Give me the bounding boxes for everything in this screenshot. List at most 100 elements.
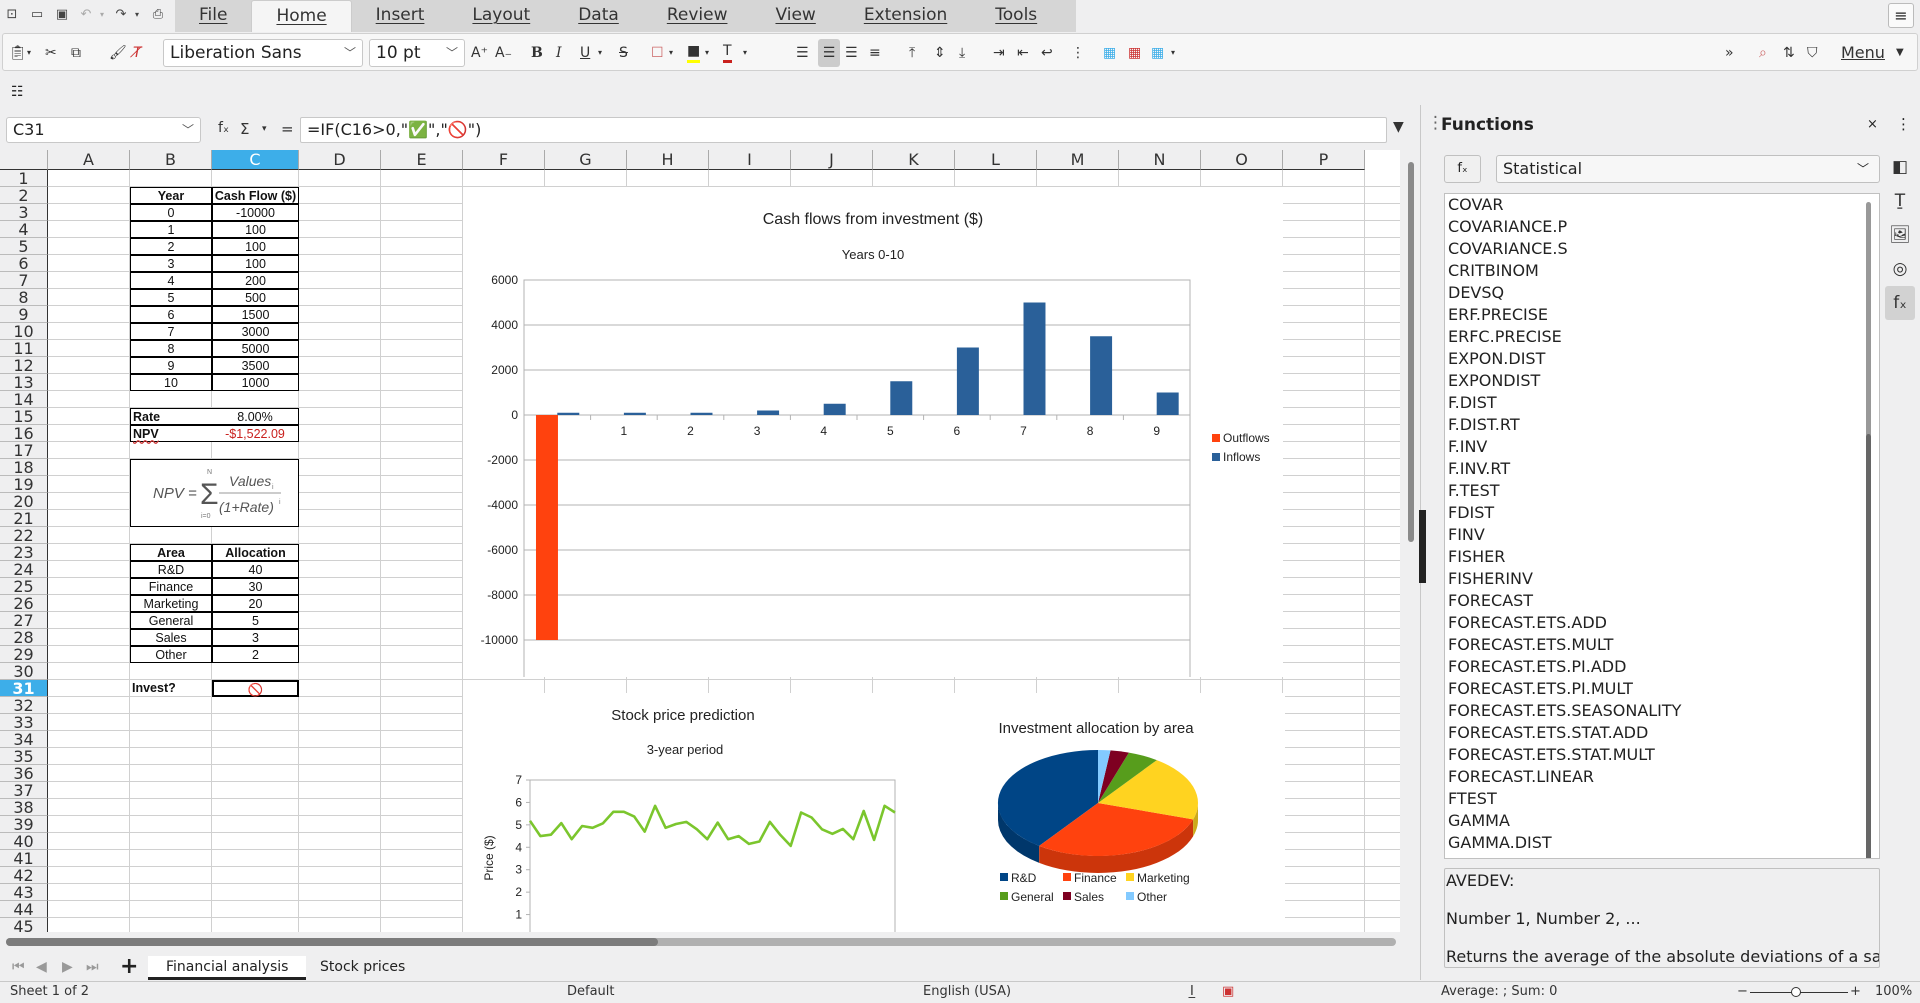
row-header-36[interactable]: 36 bbox=[0, 765, 48, 782]
function-list-item[interactable]: GAMMA.INV bbox=[1445, 854, 1879, 858]
function-list-item[interactable]: EXPON.DIST bbox=[1445, 348, 1879, 370]
row-header-3[interactable]: 3 bbox=[0, 204, 48, 221]
font-color-dropdown-icon[interactable]: ▾ bbox=[743, 43, 747, 63]
row-header-33[interactable]: 33 bbox=[0, 714, 48, 731]
invest-label[interactable]: Invest? bbox=[130, 680, 212, 697]
column-header-h[interactable]: H bbox=[627, 150, 709, 170]
column-header-m[interactable]: M bbox=[1037, 150, 1119, 170]
tab-extension[interactable]: Extension bbox=[840, 0, 971, 32]
row-header-19[interactable]: 19 bbox=[0, 476, 48, 493]
function-list-item[interactable]: FORECAST bbox=[1445, 590, 1879, 612]
table-cell[interactable]: Finance bbox=[130, 578, 212, 595]
undo-dropdown-icon[interactable]: ▾ bbox=[94, 7, 110, 23]
tab-insert[interactable]: Insert bbox=[352, 0, 449, 32]
vertical-scroll-thumb[interactable] bbox=[1408, 162, 1414, 542]
column-header-f[interactable]: F bbox=[463, 150, 545, 170]
italic-icon[interactable]: I bbox=[556, 43, 562, 63]
column-header-e[interactable]: E bbox=[381, 150, 463, 170]
row-header-40[interactable]: 40 bbox=[0, 833, 48, 850]
table-cell[interactable]: 500 bbox=[212, 289, 299, 306]
function-list-item[interactable]: FORECAST.ETS.ADD bbox=[1445, 612, 1879, 634]
sheet-tab-financial-analysis[interactable]: Financial analysis bbox=[148, 956, 307, 980]
align-top-icon[interactable]: ⤒ bbox=[909, 43, 915, 63]
table-cell[interactable]: 2 bbox=[212, 646, 299, 663]
find-icon[interactable]: ⌕ bbox=[1759, 43, 1767, 63]
function-list-item[interactable]: CRITBINOM bbox=[1445, 260, 1879, 282]
row-header-9[interactable]: 9 bbox=[0, 306, 48, 323]
row-header-32[interactable]: 32 bbox=[0, 697, 48, 714]
row-header-17[interactable]: 17 bbox=[0, 442, 48, 459]
increase-indent-icon[interactable]: ⇥ bbox=[993, 43, 1005, 63]
align-left-icon[interactable]: ☰ bbox=[796, 43, 809, 63]
last-sheet-icon[interactable]: ⏭ bbox=[82, 956, 103, 980]
function-list-scroll-thumb[interactable] bbox=[1866, 434, 1871, 858]
function-list-item[interactable]: F.INV.RT bbox=[1445, 458, 1879, 480]
row-header-31[interactable]: 31 bbox=[0, 680, 48, 697]
npv-value[interactable]: -$1,522.09 bbox=[212, 425, 299, 442]
background-color-dropdown-icon[interactable]: ▾ bbox=[705, 43, 709, 63]
panel-collapse-handle[interactable] bbox=[1419, 510, 1426, 583]
table-icon[interactable]: ▦ bbox=[1151, 43, 1164, 63]
first-sheet-icon[interactable]: ⏮ bbox=[8, 956, 29, 980]
row-header-18[interactable]: 18 bbox=[0, 459, 48, 476]
function-list-item[interactable]: FISHER bbox=[1445, 546, 1879, 568]
table-cell[interactable]: Marketing bbox=[130, 595, 212, 612]
increase-font-icon[interactable]: A⁺ bbox=[471, 43, 488, 63]
redo-dropdown-icon[interactable]: ▾ bbox=[129, 7, 145, 23]
function-wizard-icon[interactable]: fₓ bbox=[218, 120, 229, 136]
function-list-item[interactable]: F.DIST.RT bbox=[1445, 414, 1879, 436]
rate-value[interactable]: 8.00% bbox=[212, 408, 299, 425]
row-header-14[interactable]: 14 bbox=[0, 391, 48, 408]
tab-tools[interactable]: Tools bbox=[971, 0, 1061, 32]
save-icon[interactable]: ▣ bbox=[54, 7, 70, 23]
function-list-scrollbar[interactable] bbox=[1866, 202, 1871, 437]
close-icon[interactable]: × bbox=[1867, 117, 1878, 132]
open-folder-icon[interactable]: ▭ bbox=[29, 7, 45, 23]
function-list-item[interactable]: GAMMA bbox=[1445, 810, 1879, 832]
column-header-d[interactable]: D bbox=[299, 150, 381, 170]
clear-formatting-icon[interactable]: T̸ bbox=[133, 43, 142, 63]
bold-icon[interactable]: B bbox=[531, 43, 543, 63]
table-header[interactable]: Cash Flow ($) bbox=[212, 187, 299, 204]
borders-dropdown-icon[interactable]: ▾ bbox=[669, 43, 673, 63]
column-header-j[interactable]: J bbox=[791, 150, 873, 170]
row-header-34[interactable]: 34 bbox=[0, 731, 48, 748]
table-cell[interactable]: 8 bbox=[130, 340, 212, 357]
column-header-c[interactable]: C bbox=[212, 150, 299, 170]
row-header-1[interactable]: 1 bbox=[0, 170, 48, 187]
row-header-27[interactable]: 27 bbox=[0, 612, 48, 629]
function-list-item[interactable]: FORECAST.ETS.STAT.ADD bbox=[1445, 722, 1879, 744]
allocation-pie-chart[interactable]: Investment allocation by area R&D Finance M… bbox=[900, 693, 1285, 932]
sheet-tab-stock-prices[interactable]: Stock prices bbox=[302, 956, 423, 980]
function-list-item[interactable]: FORECAST.ETS.MULT bbox=[1445, 634, 1879, 656]
column-header-g[interactable]: G bbox=[545, 150, 627, 170]
formula-equals-icon[interactable]: = bbox=[281, 120, 294, 138]
properties-icon[interactable]: ◧ bbox=[1885, 150, 1915, 184]
row-header-23[interactable]: 23 bbox=[0, 544, 48, 561]
column-header-l[interactable]: L bbox=[955, 150, 1037, 170]
row-header-15[interactable]: 15 bbox=[0, 408, 48, 425]
table-cell[interactable]: 0 bbox=[130, 204, 212, 221]
table-cell[interactable]: 30 bbox=[212, 578, 299, 595]
zoom-slider-handle[interactable] bbox=[1791, 987, 1801, 997]
justify-icon[interactable]: ≡ bbox=[869, 43, 881, 63]
row-header-4[interactable]: 4 bbox=[0, 221, 48, 238]
background-color-icon[interactable]: ■ bbox=[687, 43, 701, 63]
tab-layout[interactable]: Layout bbox=[448, 0, 554, 32]
row-header-12[interactable]: 12 bbox=[0, 357, 48, 374]
vertical-scrollbar[interactable] bbox=[1403, 150, 1419, 940]
table-cell[interactable]: 1 bbox=[130, 221, 212, 238]
table-cell[interactable]: 7 bbox=[130, 323, 212, 340]
autofilter-icon[interactable]: ⛉ bbox=[1807, 43, 1818, 63]
sum-dropdown-icon[interactable]: ▾ bbox=[262, 124, 267, 134]
cut-icon[interactable]: ✂ bbox=[45, 43, 57, 63]
table-cell[interactable]: 20 bbox=[212, 595, 299, 612]
decrease-font-icon[interactable]: A₋ bbox=[495, 43, 512, 63]
table-cell[interactable]: 5 bbox=[130, 289, 212, 306]
row-header-6[interactable]: 6 bbox=[0, 255, 48, 272]
function-list-item[interactable]: EXPONDIST bbox=[1445, 370, 1879, 392]
tab-file[interactable]: File bbox=[175, 0, 251, 32]
row-header-41[interactable]: 41 bbox=[0, 850, 48, 867]
align-bottom-icon[interactable]: ⤓ bbox=[959, 43, 965, 63]
rate-label[interactable]: Rate bbox=[130, 408, 212, 425]
